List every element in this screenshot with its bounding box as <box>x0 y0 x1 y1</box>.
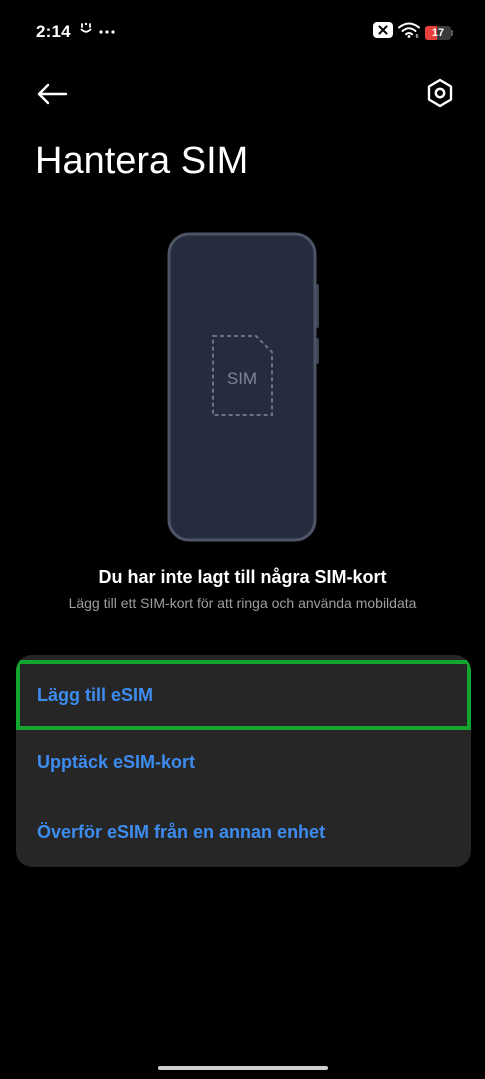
battery-level: 17 <box>431 26 445 39</box>
more-notifications-icon <box>99 22 115 40</box>
add-esim-label: Lägg till eSIM <box>37 684 154 705</box>
download-status-icon <box>79 21 93 40</box>
page-title: Hantera SIM <box>35 140 249 182</box>
wifi-icon: 6 <box>398 22 420 43</box>
discover-esim-label: Upptäck eSIM-kort <box>37 751 196 772</box>
hexagon-settings-icon <box>427 78 453 108</box>
transfer-esim-label: Överför eSIM från en annan enhet <box>37 821 326 842</box>
empty-state-subtext: Lägg till ett SIM-kort för att ringa och… <box>68 595 417 611</box>
home-indicator[interactable] <box>158 1066 328 1070</box>
discover-esim-button[interactable]: Upptäck eSIM-kort <box>16 727 471 797</box>
sim-card-label: SIM <box>227 369 257 388</box>
battery-icon: 17 <box>425 25 453 40</box>
svg-text:6: 6 <box>416 34 419 38</box>
battery-tip <box>451 29 453 36</box>
status-bar: 2:14 6 17 <box>0 0 485 64</box>
status-right-icons: 6 17 <box>373 22 453 43</box>
empty-state-heading: Du har inte lagt till några SIM-kort <box>98 567 387 587</box>
close-notification-icon <box>373 22 393 43</box>
status-left-icons <box>79 21 115 40</box>
transfer-esim-button[interactable]: Överför eSIM från en annan enhet <box>16 797 471 867</box>
battery-body: 17 <box>425 25 451 40</box>
phone-sim-illustration: SIM <box>167 232 319 542</box>
arrow-left-icon <box>37 83 68 105</box>
settings-button[interactable] <box>419 72 461 114</box>
screen: 2:14 6 17 Hantera SIM SIM Du har inte la… <box>0 0 485 1079</box>
back-button[interactable] <box>30 74 74 114</box>
add-esim-button[interactable]: Lägg till eSIM <box>16 660 471 730</box>
esim-actions-card: Lägg till eSIM Upptäck eSIM-kort Överför… <box>16 655 471 867</box>
status-time: 2:14 <box>36 22 71 41</box>
